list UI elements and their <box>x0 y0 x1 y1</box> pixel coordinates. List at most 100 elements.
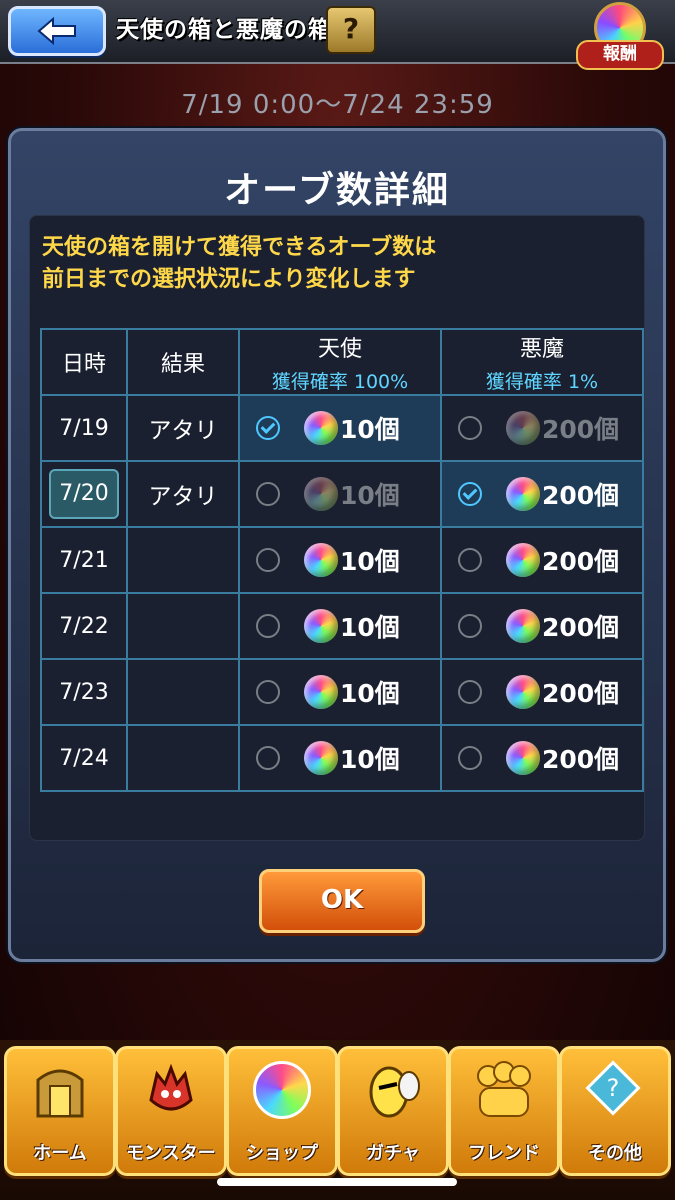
page-title: 天使の箱と悪魔の箱 <box>116 17 332 43</box>
orb-icon <box>506 741 540 775</box>
today-date-badge: 7/20 <box>49 469 119 519</box>
angel-cell[interactable]: 10個 <box>238 460 442 528</box>
devil-amount: 200個 <box>542 679 620 708</box>
radio-icon <box>256 680 280 704</box>
reward-button[interactable]: 報酬 <box>572 0 664 72</box>
description: 天使の箱を開けて獲得できるオーブ数は 前日までの選択状況により変化します <box>42 232 436 296</box>
angel-cell[interactable]: 10個 <box>238 724 442 792</box>
angel-amount: 10個 <box>340 613 400 642</box>
nav-shop[interactable]: ショップ <box>226 1046 338 1176</box>
top-bar: 天使の箱と悪魔の箱 ? 報酬 <box>0 0 675 70</box>
table-row: 7/24 10個 200個 <box>40 724 644 792</box>
other-sign-icon: ? <box>582 1057 648 1123</box>
orb-table: 日時 結果 天使 獲得確率 100% 悪魔 獲得確率 1% 7/19 アタリ 1… <box>40 328 644 792</box>
angel-amount: 10個 <box>340 415 400 444</box>
monster-icon <box>138 1057 204 1123</box>
home-indicator[interactable] <box>217 1178 457 1186</box>
row-date: 7/19 <box>40 394 128 462</box>
orb-icon <box>506 675 540 709</box>
devil-amount: 200個 <box>542 547 620 576</box>
nav-label: ガチャ <box>366 1143 420 1164</box>
radio-icon <box>458 746 482 770</box>
orb-icon <box>506 477 540 511</box>
table-row: 7/21 10個 200個 <box>40 526 644 594</box>
row-date: 7/20 <box>40 460 128 528</box>
event-period: 7/19 0:00〜7/24 23:59 <box>181 90 494 120</box>
radio-icon <box>458 548 482 572</box>
orb-icon <box>506 543 540 577</box>
devil-cell[interactable]: 200個 <box>440 724 644 792</box>
egg-icon <box>360 1057 426 1123</box>
svg-text:?: ? <box>607 1074 620 1102</box>
angel-cell[interactable]: 10個 <box>238 526 442 594</box>
modal-title: オーブ数詳細 <box>224 170 450 211</box>
radio-icon <box>256 482 280 506</box>
help-button[interactable]: ? <box>326 6 376 54</box>
nav-gacha[interactable]: ガチャ <box>337 1046 449 1176</box>
header-devil: 悪魔 獲得確率 1% <box>440 328 644 396</box>
check-icon <box>458 482 482 506</box>
reward-label: 報酬 <box>576 40 664 70</box>
nav-other[interactable]: ? その他 <box>559 1046 671 1176</box>
devil-amount: 200個 <box>542 745 620 774</box>
header-angel-label: 天使 <box>317 336 362 362</box>
radio-icon <box>458 416 482 440</box>
devil-amount: 200個 <box>542 481 620 510</box>
ok-button[interactable]: OK <box>259 869 425 933</box>
back-button[interactable] <box>8 6 106 56</box>
angel-rate: 獲得確率 100% <box>271 370 409 393</box>
row-result <box>126 592 240 660</box>
friends-icon <box>471 1057 537 1123</box>
orb-detail-modal: オーブ数詳細 天使の箱を開けて獲得できるオーブ数は 前日までの選択状況により変化… <box>8 128 666 962</box>
radio-icon <box>256 548 280 572</box>
orb-icon <box>304 543 338 577</box>
table-row: 7/23 10個 200個 <box>40 658 644 726</box>
devil-cell[interactable]: 200個 <box>440 526 644 594</box>
home-gate-icon <box>27 1057 93 1123</box>
nav-label: その他 <box>588 1143 642 1164</box>
nav-label: ホーム <box>33 1143 87 1164</box>
orb-icon <box>506 609 540 643</box>
orb-icon <box>304 411 338 445</box>
header-date: 日時 <box>40 328 128 396</box>
angel-cell[interactable]: 10個 <box>238 658 442 726</box>
description-line: 天使の箱を開けて獲得できるオーブ数は <box>42 235 437 260</box>
row-result <box>126 526 240 594</box>
devil-cell[interactable]: 200個 <box>440 658 644 726</box>
detail-panel: 天使の箱を開けて獲得できるオーブ数は 前日までの選択状況により変化します 日時 … <box>29 215 645 841</box>
nav-monster[interactable]: モンスター <box>115 1046 227 1176</box>
angel-cell[interactable]: 10個 <box>238 592 442 660</box>
nav-label: フレンド <box>468 1143 540 1164</box>
row-result <box>126 724 240 792</box>
devil-amount: 200個 <box>542 415 620 444</box>
check-icon <box>256 416 280 440</box>
bottom-nav: ホーム モンスター ショップ ガチャ フレンド ? その他 <box>0 1040 675 1200</box>
back-arrow-icon <box>37 17 76 45</box>
table-row: 7/19 アタリ 10個 200個 <box>40 394 644 462</box>
devil-cell[interactable]: 200個 <box>440 460 644 528</box>
table-header: 日時 結果 天使 獲得確率 100% 悪魔 獲得確率 1% <box>40 328 644 396</box>
description-line: 前日までの選択状況により変化します <box>42 267 416 292</box>
angel-cell[interactable]: 10個 <box>238 394 442 462</box>
orb-icon <box>304 741 338 775</box>
devil-rate: 獲得確率 1% <box>485 370 599 393</box>
orb-icon <box>304 609 338 643</box>
devil-cell[interactable]: 200個 <box>440 592 644 660</box>
row-date: 7/23 <box>40 658 128 726</box>
devil-cell[interactable]: 200個 <box>440 394 644 462</box>
radio-icon <box>458 614 482 638</box>
header-devil-label: 悪魔 <box>519 336 564 362</box>
nav-label: ショップ <box>246 1143 318 1164</box>
header-result: 結果 <box>126 328 240 396</box>
row-date: 7/22 <box>40 592 128 660</box>
header-angel: 天使 獲得確率 100% <box>238 328 442 396</box>
devil-amount: 200個 <box>542 613 620 642</box>
nav-label: モンスター <box>126 1143 216 1164</box>
nav-home[interactable]: ホーム <box>4 1046 116 1176</box>
nav-friend[interactable]: フレンド <box>448 1046 560 1176</box>
row-result: アタリ <box>126 394 240 462</box>
table-row: 7/22 10個 200個 <box>40 592 644 660</box>
orb-icon <box>249 1057 315 1123</box>
table-row: 7/20 アタリ 10個 200個 <box>40 460 644 528</box>
angel-amount: 10個 <box>340 679 400 708</box>
